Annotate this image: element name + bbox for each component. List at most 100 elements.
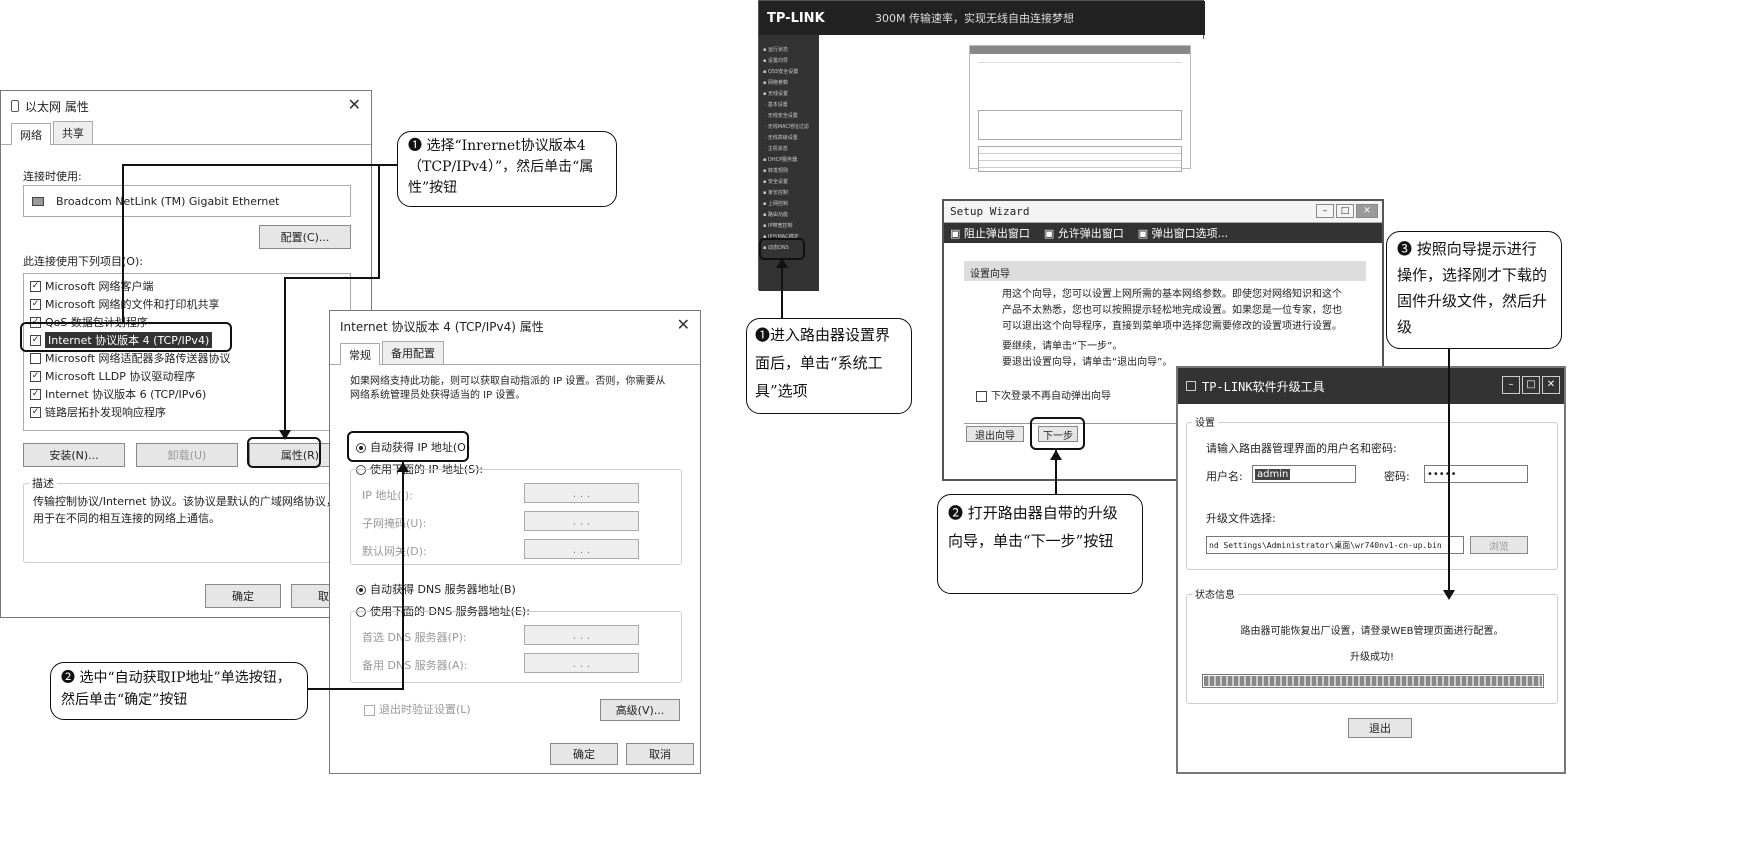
no-popup-checkbox[interactable]: 下次登录不再自动弹出向导 bbox=[976, 387, 1111, 402]
username-label: 用户名: bbox=[1206, 470, 1243, 483]
password-value: ••••• bbox=[1427, 468, 1457, 480]
minimize-icon[interactable]: – bbox=[1316, 204, 1334, 218]
close-icon[interactable]: ✕ bbox=[1542, 376, 1560, 394]
toolbar-label: 弹出窗口选项... bbox=[1151, 227, 1229, 240]
status-message: 路由器可能恢复出厂设置，请登录WEB管理页面进行配置。 bbox=[1240, 626, 1504, 637]
ip-address-field[interactable]: . . . bbox=[524, 483, 639, 503]
close-icon[interactable]: ✕ bbox=[1356, 204, 1378, 218]
subnet-mask-label: 子网掩码(U): bbox=[362, 517, 427, 530]
adapter-name: Broadcom NetLink (TM) Gigabit Ethernet bbox=[56, 194, 280, 208]
highlight-properties-button bbox=[247, 437, 321, 468]
close-icon[interactable]: ✕ bbox=[677, 315, 690, 334]
checkbox[interactable]: ✓ bbox=[30, 280, 41, 292]
router-banner: 300M 传输速率，实现无线自由连接梦想 bbox=[875, 12, 1074, 25]
tab-general[interactable]: 常规 bbox=[340, 343, 380, 365]
file-path-field[interactable]: nd Settings\Administrator\桌面\wr740nv1-cn… bbox=[1206, 536, 1464, 554]
close-icon[interactable]: ✕ bbox=[348, 95, 361, 114]
callout-step2: ❷ 选中“自动获取IP地址”单选按钮，然后单击“确定”按钮 bbox=[50, 662, 308, 720]
window-title: Internet 协议版本 4 (TCP/IPv4) 属性 bbox=[340, 319, 544, 334]
window-controls: – □ ✕ bbox=[1502, 376, 1560, 394]
ok-button[interactable]: 确定 bbox=[550, 743, 618, 765]
gateway-label: 默认网关(D): bbox=[362, 545, 427, 558]
auto-dns-label: 自动获得 DNS 服务器地址(B) bbox=[370, 583, 516, 596]
item-label: Internet 协议版本 6 (TCP/IPv6) bbox=[45, 388, 207, 401]
arrow-line bbox=[284, 277, 380, 279]
network-adapter-icon bbox=[11, 100, 19, 112]
router-logo: TP-LINK bbox=[767, 10, 825, 26]
tab-network[interactable]: 网络 bbox=[11, 123, 51, 145]
password-field[interactable]: ••••• bbox=[1424, 465, 1528, 483]
block-icon: ▣ bbox=[950, 227, 964, 240]
arrow-head-icon bbox=[397, 462, 409, 472]
wizard-continue-text: 要继续，请单击“下一步”。 bbox=[1002, 341, 1123, 352]
tab-bar: 网络 共享 bbox=[1, 121, 371, 145]
items-label: 此连接使用下列项目(O): bbox=[23, 255, 143, 268]
validate-label: 退出时验证设置(L) bbox=[379, 703, 471, 716]
auto-dns-radio[interactable]: 自动获得 DNS 服务器地址(B) bbox=[356, 581, 516, 597]
toolbar-item-allow[interactable]: ▣ 允许弹出窗口 bbox=[1044, 225, 1124, 241]
configure-button[interactable]: 配置(C)... bbox=[259, 225, 351, 249]
checkbox bbox=[364, 704, 375, 716]
checkbox[interactable]: ✓ bbox=[30, 388, 41, 400]
progress-fill bbox=[1204, 676, 1542, 686]
callout-router-step1: ❶进入路由器设置界面后，单击“系统工具”选项 bbox=[746, 318, 912, 414]
gateway-field[interactable]: . . . bbox=[524, 539, 639, 559]
callout-router-step2: ❷ 打开路由器自带的升级向导，单击“下一步”按钮 bbox=[937, 494, 1143, 594]
list-item[interactable]: ✓ Microsoft LLDP 协议驱动程序 bbox=[30, 367, 344, 385]
progress-bar bbox=[1202, 674, 1544, 688]
description-text: 传输控制协议/Internet 协议。该协议是默认的广域网络协议，用于在不同的相… bbox=[33, 495, 337, 525]
validate-checkbox[interactable]: 退出时验证设置(L) bbox=[364, 701, 471, 717]
exit-wizard-button[interactable]: 退出向导 bbox=[966, 426, 1024, 442]
credentials-prompt: 请输入路由器管理界面的用户名和密码: bbox=[1206, 442, 1397, 455]
uninstall-button[interactable]: 卸载(U) bbox=[136, 443, 238, 467]
item-label: 链路层拓扑发现响应程序 bbox=[45, 406, 166, 419]
callout-router-step3: ❸ 按照向导提示进行操作，选择刚才下载的固件升级文件，然后升级 bbox=[1386, 231, 1562, 349]
item-label: Microsoft 网络客户端 bbox=[45, 280, 154, 293]
checkbox[interactable]: ✓ bbox=[30, 370, 41, 382]
toolbar-item-block[interactable]: ▣ 阻止弹出窗口 bbox=[950, 225, 1030, 241]
network-card-icon bbox=[32, 196, 44, 206]
list-item[interactable]: ✓ Internet 协议版本 6 (TCP/IPv6) bbox=[30, 385, 344, 403]
username-field[interactable]: admin bbox=[1252, 465, 1356, 483]
list-item[interactable]: ✓ Microsoft 网络客户端 bbox=[30, 277, 344, 295]
tab-sharing[interactable]: 共享 bbox=[53, 121, 93, 144]
password-label: 密码: bbox=[1384, 470, 1410, 483]
subnet-mask-field[interactable]: . . . bbox=[524, 511, 639, 531]
arrow-head-icon bbox=[1443, 590, 1455, 600]
advanced-button[interactable]: 高级(V)... bbox=[600, 699, 680, 721]
checkbox[interactable]: ✓ bbox=[30, 298, 41, 310]
ok-button[interactable]: 确定 bbox=[205, 584, 281, 608]
maximize-icon[interactable]: □ bbox=[1336, 204, 1354, 218]
adapter-field: Broadcom NetLink (TM) Gigabit Ethernet bbox=[23, 185, 351, 217]
dns1-label: 首选 DNS 服务器(P): bbox=[362, 631, 467, 644]
highlight-ipv4-item bbox=[20, 322, 232, 352]
minimize-icon[interactable]: – bbox=[1502, 376, 1520, 394]
list-item[interactable]: ✓ Microsoft 网络的文件和打印机共享 bbox=[30, 295, 344, 313]
checkbox[interactable] bbox=[30, 352, 41, 364]
tab-alternate[interactable]: 备用配置 bbox=[382, 341, 444, 364]
no-popup-label: 下次登录不再自动弹出向导 bbox=[991, 391, 1111, 402]
cancel-button[interactable]: 取消 bbox=[626, 743, 694, 765]
highlight-next-button bbox=[1030, 417, 1085, 450]
arrow-line bbox=[284, 277, 286, 435]
wizard-title: Setup Wizard bbox=[950, 205, 1030, 218]
arrow-line bbox=[122, 164, 398, 166]
browse-button[interactable]: 浏览 bbox=[1470, 536, 1528, 554]
exit-button[interactable]: 退出 bbox=[1348, 718, 1412, 738]
toolbar-item-options[interactable]: ▣ 弹出窗口选项... bbox=[1138, 225, 1228, 241]
router-form bbox=[969, 45, 1191, 172]
dns1-field[interactable]: . . . bbox=[524, 625, 639, 645]
dns2-field[interactable]: . . . bbox=[524, 653, 639, 673]
checkbox[interactable]: ✓ bbox=[30, 406, 41, 418]
arrow-head-icon bbox=[1050, 450, 1062, 460]
list-item[interactable]: ✓ 链路层拓扑发现响应程序 bbox=[30, 403, 344, 421]
ethernet-properties-window: 以太网 属性 ✕ 网络 共享 连接时使用: Broadcom NetLink (… bbox=[0, 90, 372, 618]
file-label: 升级文件选择: bbox=[1206, 512, 1276, 525]
install-button[interactable]: 安装(N)... bbox=[23, 443, 125, 467]
wizard-header: 设置向导 bbox=[964, 261, 1366, 281]
item-label: Microsoft 网络的文件和打印机共享 bbox=[45, 298, 220, 311]
toolbar-label: 阻止弹出窗口 bbox=[963, 227, 1030, 240]
maximize-icon[interactable]: □ bbox=[1522, 376, 1540, 394]
checkbox bbox=[976, 390, 987, 402]
title-bar: Internet 协议版本 4 (TCP/IPv4) 属性 bbox=[330, 311, 700, 341]
